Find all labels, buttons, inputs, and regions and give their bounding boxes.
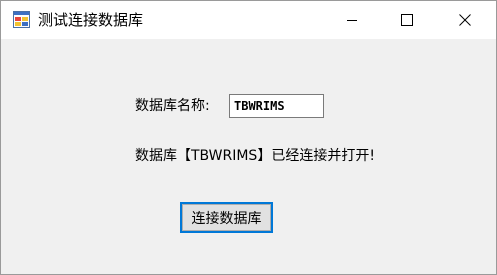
form-client-area: 数据库名称: 数据库【TBWRIMS】已经连接并打开! 连接数据库 xyxy=(1,39,496,274)
database-name-input[interactable] xyxy=(229,94,324,118)
minimize-button[interactable] xyxy=(329,1,375,39)
window-title: 测试连接数据库 xyxy=(38,11,144,29)
form-app-icon xyxy=(13,11,30,28)
close-icon xyxy=(459,14,471,26)
maximize-button[interactable] xyxy=(384,1,430,39)
title-bar[interactable]: 测试连接数据库 xyxy=(1,1,496,39)
close-button[interactable] xyxy=(442,1,488,39)
connect-button-label: 连接数据库 xyxy=(182,204,271,231)
connection-status-text: 数据库【TBWRIMS】已经连接并打开! xyxy=(135,148,375,164)
database-name-label: 数据库名称: xyxy=(135,98,210,114)
connect-database-button[interactable]: 连接数据库 xyxy=(180,202,273,233)
app-window: 测试连接数据库 数据库名称: 数据库【TBWRIMS】已经连接并打开! 连接数据… xyxy=(0,0,497,275)
maximize-icon xyxy=(401,14,413,26)
minimize-icon xyxy=(347,15,357,25)
